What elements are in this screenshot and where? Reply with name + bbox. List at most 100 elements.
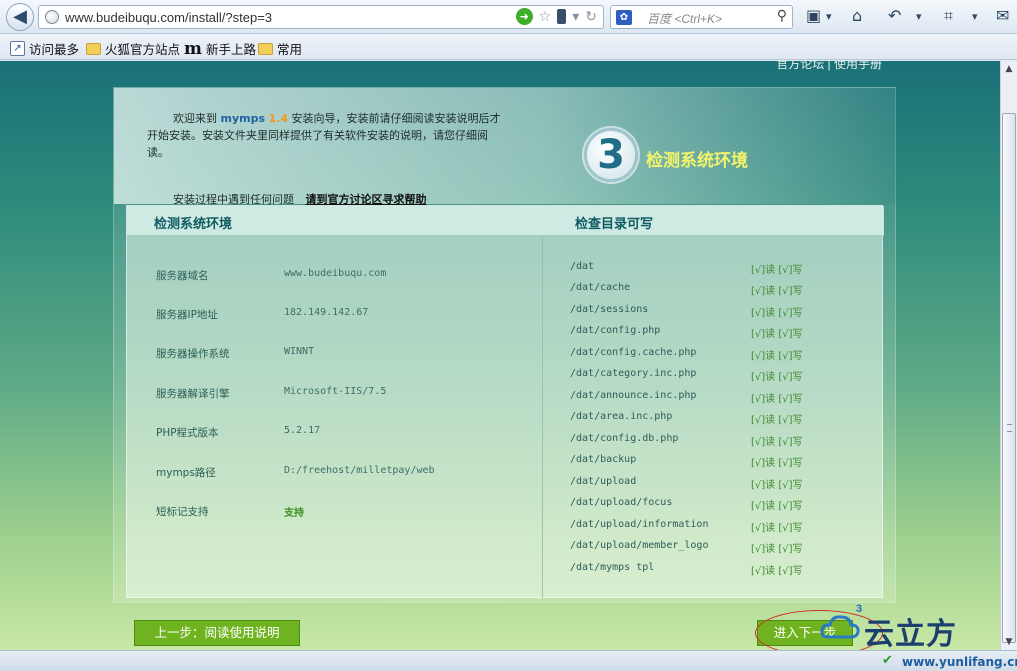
cloud-logo-icon <box>820 615 860 639</box>
dir-status: [√]读 [√]写 <box>751 480 803 491</box>
dir-status: [√]读 [√]写 <box>751 308 803 319</box>
dropdown-icon[interactable]: ▾ <box>972 10 978 23</box>
address-bar[interactable]: www.budeibuqu.com/install/?step=3 ➜ ☆ ▾ … <box>38 5 604 29</box>
dir-status: [√]读 [√]写 <box>751 286 803 297</box>
dropdown-icon[interactable]: ▾ <box>826 10 832 23</box>
dir-status: [√]读 [√]写 <box>751 501 803 512</box>
dir-path: /dat/upload/information <box>570 519 709 530</box>
chat-icon[interactable]: ✉ <box>996 6 1009 25</box>
dir-path: /dat/upload/member_logo <box>570 540 709 551</box>
dir-path: /dat/announce.inc.php <box>570 390 697 401</box>
dir-status: [√]读 [√]写 <box>751 458 803 469</box>
dropdown-icon[interactable]: ▾ <box>916 10 922 23</box>
column-headers: 检测系统环境 检查目录可写 <box>127 206 884 236</box>
dir-row: /dat/cache [√]读 [√]写 <box>570 282 870 297</box>
back-arrow-icon[interactable]: ◀ <box>6 3 34 31</box>
dir-status: [√]读 [√]写 <box>751 265 803 276</box>
intro-prefix: 欢迎来到 <box>173 112 217 125</box>
dir-row: /dat/config.php [√]读 [√]写 <box>570 325 870 340</box>
home-icon[interactable]: ⌂ <box>852 6 862 25</box>
bookmark-common[interactable]: 常用 <box>258 39 302 58</box>
dir-status: [√]读 [√]写 <box>751 415 803 426</box>
globe-icon <box>45 10 59 24</box>
dir-row: /dat/sessions [√]读 [√]写 <box>570 304 870 319</box>
url-text[interactable]: www.budeibuqu.com/install/?step=3 <box>65 10 272 25</box>
brand-version: 1.4 <box>268 112 289 125</box>
baidu-paw-icon[interactable]: ✿ <box>616 10 632 25</box>
watermark-brand: 云立方 <box>864 617 957 650</box>
prev-step-button[interactable]: 上一步：阅读使用说明 <box>134 620 300 646</box>
scroll-thumb[interactable] <box>1002 113 1016 643</box>
dir-row: /dat/category.inc.php [√]读 [√]写 <box>570 368 870 383</box>
phone-icon[interactable] <box>557 9 567 24</box>
dir-row: /dat/upload/information [√]读 [√]写 <box>570 519 870 534</box>
dir-path: /dat/upload/focus <box>570 497 673 508</box>
env-value: 5.2.17 <box>284 425 321 436</box>
dir-row: /dat/upload/focus [√]读 [√]写 <box>570 497 870 512</box>
dir-status: [√]读 [√]写 <box>751 523 803 534</box>
vertical-scrollbar[interactable]: ▲ ▼ <box>1000 61 1017 650</box>
search-input[interactable]: 百度 <Ctrl+K> <box>647 10 722 27</box>
dir-row: /dat/backup [√]读 [√]写 <box>570 454 870 469</box>
go-icon[interactable]: ➜ <box>515 8 533 25</box>
dropdown-icon[interactable]: ▾ <box>572 9 579 25</box>
dir-status: [√]读 [√]写 <box>751 372 803 383</box>
dir-status: [√]读 [√]写 <box>751 437 803 448</box>
step-title: 检测系统环境 <box>646 151 748 170</box>
dir-status: [√]读 [√]写 <box>751 544 803 555</box>
dir-path: /dat <box>570 261 595 272</box>
search-bar[interactable]: ✿ 百度 <Ctrl+K> ⚲ <box>610 5 793 29</box>
page-viewport: 官方论坛 | 使用手册 欢迎来到 mymps 1.4 安装向导，安装前请仔细阅读… <box>0 61 1000 650</box>
top-nav-links[interactable]: 官方论坛 | 使用手册 <box>776 61 882 72</box>
watermark-url: www.yunlifang.cn <box>902 655 1017 669</box>
dir-row: /dat/upload [√]读 [√]写 <box>570 476 870 491</box>
bookmarks-bar: ↗ 访问最多 火狐官方站点 m 新手上路 常用 <box>0 34 1017 60</box>
installer-panel: 欢迎来到 mymps 1.4 安装向导，安装前请仔细阅读安装说明后才开始安装。安… <box>113 87 897 603</box>
bookmark-firefox-site[interactable]: 火狐官方站点 <box>86 39 180 58</box>
brand-name: mymps <box>220 112 266 125</box>
bookmark-most-visited[interactable]: ↗ 访问最多 <box>10 39 79 58</box>
dir-path: /dat/config.cache.php <box>570 347 697 358</box>
status-bar: ✔ www.yunlifang.cn <box>0 650 1017 671</box>
dir-row: /dat [√]读 [√]写 <box>570 261 870 276</box>
env-column-title: 检测系统环境 <box>154 217 233 232</box>
dir-status: [√]读 [√]写 <box>751 329 803 340</box>
column-divider <box>542 236 543 598</box>
bookmark-label: 新手上路 <box>206 43 257 57</box>
folder-icon <box>258 42 273 55</box>
dir-path: /dat/upload <box>570 476 637 487</box>
env-label: mymps路径 <box>156 467 216 479</box>
env-label: 服务器IP地址 <box>156 309 218 321</box>
bookmark-label: 常用 <box>277 43 303 57</box>
dir-path: /dat/area.inc.php <box>570 411 673 422</box>
dir-status: [√]读 [√]写 <box>751 351 803 362</box>
m-logo-icon: m <box>184 38 202 59</box>
dir-path: /dat/mymps tpl <box>570 562 655 573</box>
dir-row: /dat/config.cache.php [√]读 [√]写 <box>570 347 870 362</box>
watermark-logo: 3 云立方 <box>820 603 1000 650</box>
star-icon[interactable]: ☆ <box>539 9 552 25</box>
dir-path: /dat/cache <box>570 282 631 293</box>
env-label: PHP程式版本 <box>156 427 219 439</box>
bookmark-label: 访问最多 <box>29 43 80 57</box>
browser-toolbar: ◀ www.budeibuqu.com/install/?step=3 ➜ ☆ … <box>0 0 1017 34</box>
folder-icon <box>86 42 101 55</box>
scroll-up-icon[interactable]: ▲ <box>1001 61 1017 77</box>
dir-row: /dat/area.inc.php [√]读 [√]写 <box>570 411 870 426</box>
dir-row: /dat/upload/member_logo [√]读 [√]写 <box>570 540 870 555</box>
crop-icon[interactable]: ⌗ <box>944 6 953 26</box>
env-value: 支持 <box>284 508 304 519</box>
env-value: Microsoft-IIS/7.5 <box>284 386 387 397</box>
reload-icon[interactable]: ↻ <box>585 9 597 25</box>
env-value: WINNT <box>284 346 315 357</box>
bookmark-list-icon[interactable]: ▣ <box>806 6 821 25</box>
dir-row: /dat/announce.inc.php [√]读 [√]写 <box>570 390 870 405</box>
installer-header: 欢迎来到 mymps 1.4 安装向导，安装前请仔细阅读安装说明后才开始安装。安… <box>114 88 897 206</box>
dir-path: /dat/config.php <box>570 325 661 336</box>
env-label: 短标记支持 <box>156 506 209 518</box>
undo-icon[interactable]: ↶ <box>888 6 901 25</box>
search-icon[interactable]: ⚲ <box>777 8 787 24</box>
check-icon: ✔ <box>882 653 893 668</box>
bookmark-getting-started[interactable]: m 新手上路 <box>184 39 256 58</box>
scroll-down-icon[interactable]: ▼ <box>1001 634 1017 650</box>
